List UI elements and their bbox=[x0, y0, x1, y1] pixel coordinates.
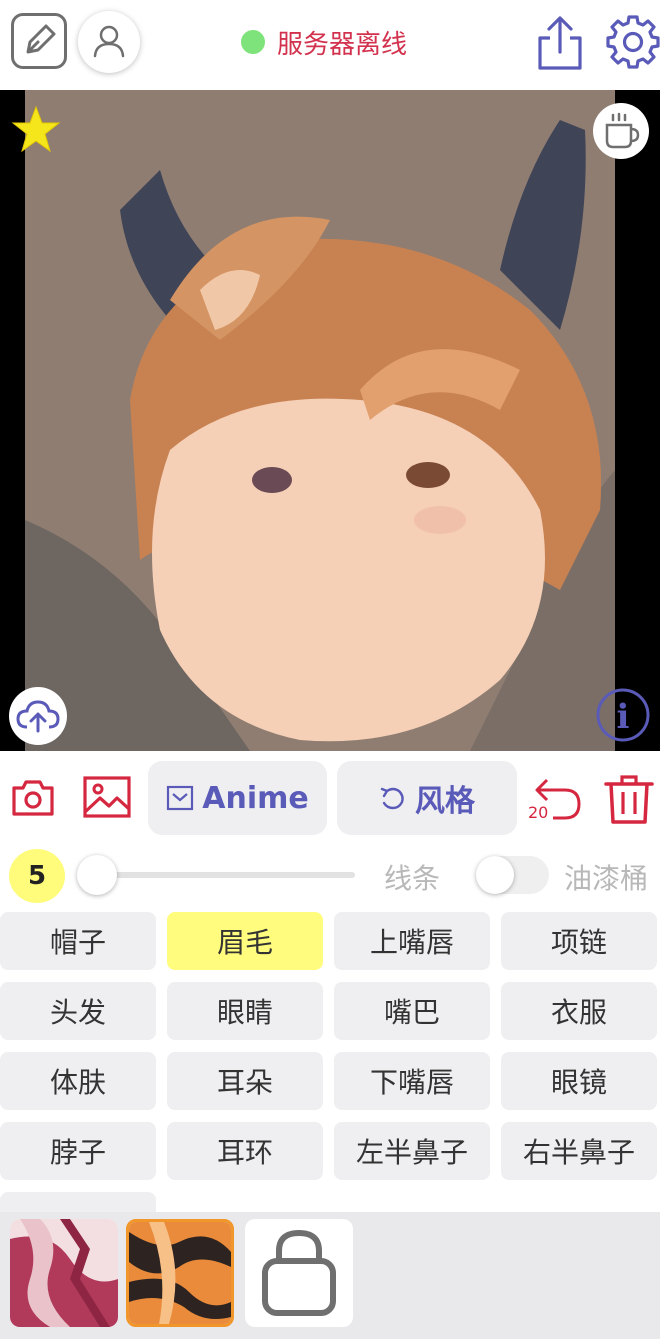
part-label: 左半鼻子 bbox=[355, 1136, 468, 1169]
part-button[interactable]: 左半鼻子 bbox=[334, 1122, 490, 1180]
brush-size-badge: 5 bbox=[9, 849, 65, 903]
star-icon[interactable] bbox=[10, 104, 62, 154]
part-label: 眼睛 bbox=[216, 996, 273, 1029]
status-text: 服务器离线 bbox=[277, 29, 408, 60]
svg-text:i: i bbox=[617, 697, 630, 737]
part-button[interactable]: 头发 bbox=[0, 982, 156, 1040]
part-button[interactable]: 体肤 bbox=[0, 1052, 156, 1110]
bucket-mode-label: 油漆桶 bbox=[564, 862, 649, 895]
gear-icon bbox=[606, 15, 660, 69]
pen-edit-icon bbox=[26, 24, 56, 54]
trash-icon bbox=[604, 775, 654, 824]
clear-button[interactable] bbox=[602, 772, 656, 826]
part-label: 嘴巴 bbox=[383, 996, 440, 1029]
camera-icon bbox=[12, 780, 54, 816]
share-button[interactable] bbox=[534, 14, 586, 72]
lock-icon bbox=[262, 1229, 336, 1316]
line-mode-label: 线条 bbox=[384, 862, 441, 895]
part-label: 右半鼻子 bbox=[522, 1136, 635, 1169]
envelope-box-icon bbox=[166, 784, 194, 812]
anime-portrait-image bbox=[0, 90, 660, 751]
part-label: 帽子 bbox=[49, 926, 106, 959]
part-button[interactable]: 耳环 bbox=[167, 1122, 323, 1180]
donate-button[interactable] bbox=[593, 103, 649, 159]
part-label: 上嘴唇 bbox=[369, 926, 454, 959]
edit-button[interactable] bbox=[11, 13, 67, 69]
user-icon bbox=[93, 25, 125, 58]
style-thumb-red[interactable] bbox=[10, 1219, 118, 1327]
user-button[interactable] bbox=[78, 11, 140, 73]
part-button[interactable]: 帽子 bbox=[0, 912, 156, 970]
part-button[interactable]: 下嘴唇 bbox=[334, 1052, 490, 1110]
part-button[interactable]: 嘴巴 bbox=[334, 982, 490, 1040]
part-selector-grid: 帽子 眉毛 上嘴唇 项链 头发 眼睛 嘴巴 衣服 体肤 耳朵 下嘴唇 眼镜 脖子… bbox=[0, 912, 660, 1212]
cloud-upload-icon bbox=[16, 700, 60, 733]
part-button[interactable]: 衣服 bbox=[501, 982, 657, 1040]
server-status: 服务器离线 bbox=[241, 24, 407, 60]
style-button[interactable]: 风格 bbox=[337, 761, 517, 835]
coffee-cup-icon bbox=[605, 112, 640, 149]
toggle-knob[interactable] bbox=[476, 856, 514, 894]
style-button-label: 风格 bbox=[415, 784, 475, 819]
part-button[interactable] bbox=[0, 1192, 156, 1212]
undo-count: 20 bbox=[528, 803, 549, 822]
part-button[interactable]: 项链 bbox=[501, 912, 657, 970]
share-upload-icon bbox=[538, 16, 582, 70]
upload-button[interactable] bbox=[9, 687, 67, 745]
gallery-button[interactable] bbox=[82, 774, 132, 820]
part-label: 耳朵 bbox=[216, 1066, 273, 1099]
part-button[interactable]: 耳朵 bbox=[167, 1052, 323, 1110]
slider-thumb[interactable] bbox=[77, 855, 117, 895]
locked-style[interactable] bbox=[245, 1219, 353, 1327]
part-label: 脖子 bbox=[49, 1136, 106, 1169]
info-icon[interactable]: i bbox=[595, 687, 651, 743]
part-label: 体肤 bbox=[49, 1066, 106, 1099]
part-button[interactable]: 眼镜 bbox=[501, 1052, 657, 1110]
anime-button-label: Anime bbox=[202, 780, 309, 816]
status-dot bbox=[241, 30, 265, 54]
brush-size-slider[interactable] bbox=[100, 872, 355, 878]
part-button[interactable]: 眉毛 bbox=[167, 912, 323, 970]
image-icon bbox=[83, 776, 131, 818]
part-label: 眼镜 bbox=[550, 1066, 607, 1099]
generated-image[interactable] bbox=[0, 90, 660, 751]
part-button[interactable]: 上嘴唇 bbox=[334, 912, 490, 970]
anime-button[interactable]: Anime bbox=[148, 761, 327, 835]
part-label: 衣服 bbox=[550, 996, 607, 1029]
part-label: 头发 bbox=[49, 996, 106, 1029]
style-thumb-orange[interactable] bbox=[126, 1219, 234, 1327]
part-button[interactable]: 右半鼻子 bbox=[501, 1122, 657, 1180]
red-style-image bbox=[10, 1219, 118, 1327]
settings-button[interactable] bbox=[604, 12, 662, 72]
part-label: 耳环 bbox=[216, 1136, 273, 1169]
orange-style-image bbox=[129, 1222, 231, 1324]
part-button[interactable]: 脖子 bbox=[0, 1122, 156, 1180]
camera-button[interactable] bbox=[10, 774, 56, 820]
part-label: 下嘴唇 bbox=[369, 1066, 454, 1099]
rotate-icon bbox=[379, 784, 407, 812]
part-label: 项链 bbox=[550, 926, 607, 959]
part-button[interactable]: 眼睛 bbox=[167, 982, 323, 1040]
part-label: 眉毛 bbox=[216, 926, 273, 959]
